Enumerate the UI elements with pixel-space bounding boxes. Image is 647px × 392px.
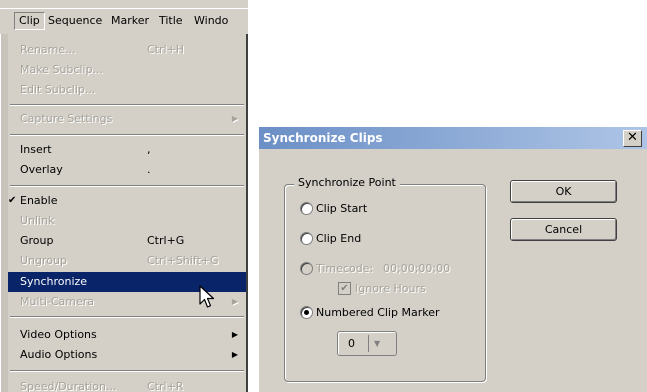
menu-item-label: Insert <box>20 143 52 156</box>
menu-sequence[interactable]: Sequence <box>44 12 106 30</box>
close-button[interactable]: ✕ <box>623 130 642 147</box>
dialog-title-bar[interactable]: Synchronize Clips ✕ <box>259 127 647 149</box>
menu-item-label: Speed/Duration... <box>20 380 117 392</box>
chevron-down-icon: ▼ <box>374 339 381 348</box>
radio-label: Clip End <box>316 232 362 245</box>
menu-item-shortcut: Ctrl+R <box>147 380 184 392</box>
radio-label: Timecode: <box>316 262 374 275</box>
menu-separator <box>10 370 244 372</box>
menu-window[interactable]: Windo <box>190 12 232 30</box>
dialog-title: Synchronize Clips <box>263 131 383 145</box>
menu-item-overlay[interactable]: Overlay . <box>8 160 246 180</box>
menu-item-label: Edit Subclip... <box>20 83 96 96</box>
select-divider <box>368 335 369 352</box>
submenu-arrow-icon: ▶ <box>231 330 238 339</box>
mouse-cursor-icon <box>199 285 215 308</box>
submenu-arrow-icon: ▶ <box>231 350 238 359</box>
menu-item-unlink[interactable]: Unlink <box>8 211 246 231</box>
menu-item-capture-settings[interactable]: Capture Settings ▶ <box>8 109 246 129</box>
menu-clip[interactable]: Clip <box>14 12 45 30</box>
menu-item-make-subclip[interactable]: Make Subclip... <box>8 60 246 80</box>
menu-item-label: Ungroup <box>20 254 67 267</box>
menu-item-audio-options[interactable]: Audio Options ▶ <box>8 345 246 365</box>
submenu-arrow-icon: ▶ <box>231 297 238 306</box>
menu-item-shortcut: Ctrl+Shift+G <box>147 254 219 267</box>
menu-item-edit-subclip[interactable]: Edit Subclip... <box>8 80 246 100</box>
menu-item-label: Make Subclip... <box>20 63 104 76</box>
radio-timecode[interactable]: Timecode: 00;00;00;00 <box>300 261 470 277</box>
menu-item-label: Audio Options <box>20 348 98 361</box>
radio-circle-icon <box>300 202 313 215</box>
menu-separator <box>10 134 244 136</box>
menu-item-shortcut: , <box>147 143 151 156</box>
radio-label: Numbered Clip Marker <box>316 306 440 319</box>
menu-item-enable[interactable]: ✔ Enable <box>8 191 246 211</box>
menu-item-rename[interactable]: Rename... Ctrl+H <box>8 40 246 60</box>
menu-item-label: Synchronize <box>20 275 88 288</box>
menu-item-label: Unlink <box>20 214 55 227</box>
radio-circle-icon <box>300 232 313 245</box>
menu-item-label: Enable <box>20 194 58 207</box>
checkbox-label: Ignore Hours <box>355 282 426 295</box>
checkmark-icon: ✔ <box>8 195 17 206</box>
menu-marker[interactable]: Marker <box>107 12 153 30</box>
select-value: 0 <box>348 337 355 350</box>
menu-item-insert[interactable]: Insert , <box>8 140 246 160</box>
menu-item-group[interactable]: Group Ctrl+G <box>8 231 246 251</box>
menu-title[interactable]: Title <box>155 12 187 30</box>
timecode-value: 00;00;00;00 <box>383 262 451 275</box>
menu-separator <box>10 316 244 318</box>
submenu-arrow-icon: ▶ <box>231 114 238 123</box>
menu-item-label: Rename... <box>20 43 76 56</box>
menu-item-speed-duration[interactable]: Speed/Duration... Ctrl+R <box>8 377 246 392</box>
menu-item-shortcut: Ctrl+G <box>147 234 185 247</box>
radio-selected-dot <box>304 310 309 315</box>
ok-button[interactable]: OK <box>510 180 617 203</box>
synchronize-clips-dialog: Synchronize Clips ✕ Synchronize Point Cl… <box>258 126 647 392</box>
marker-number-select[interactable]: 0 ▼ <box>337 331 397 356</box>
menu-item-label: Capture Settings <box>20 112 113 125</box>
menu-bar: Clip Sequence Marker Title Windo <box>0 0 248 36</box>
group-title: Synchronize Point <box>294 175 400 191</box>
clip-menu-dropdown: Rename... Ctrl+H Make Subclip... Edit Su… <box>0 34 248 392</box>
menu-item-label: Multi-Camera <box>20 295 95 308</box>
menu-item-label: Video Options <box>20 328 97 341</box>
menu-item-label: Overlay <box>20 163 63 176</box>
menu-item-label: Group <box>20 234 54 247</box>
menu-item-shortcut: Ctrl+H <box>147 43 185 56</box>
close-icon: ✕ <box>627 130 638 145</box>
menu-item-shortcut: . <box>147 163 151 176</box>
checkmark-icon: ✔ <box>338 282 351 295</box>
radio-circle-icon <box>300 306 313 319</box>
menu-item-video-options[interactable]: Video Options ▶ <box>8 325 246 345</box>
menu-separator <box>10 185 244 187</box>
radio-label: Clip Start <box>316 202 368 215</box>
menu-separator <box>10 104 244 106</box>
menu-item-ungroup[interactable]: Ungroup Ctrl+Shift+G <box>8 251 246 271</box>
radio-circle-icon <box>300 262 313 275</box>
cancel-button[interactable]: Cancel <box>510 218 617 241</box>
